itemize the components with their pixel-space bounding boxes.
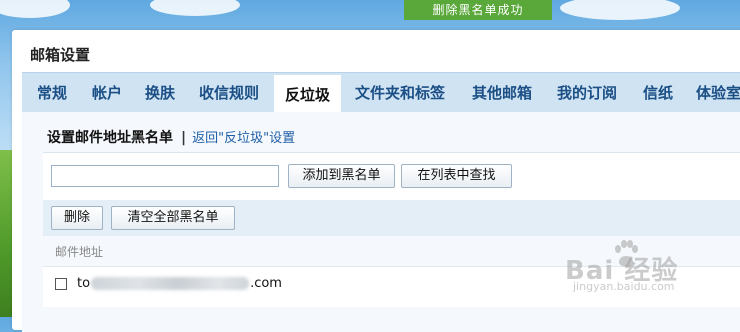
- redacted-region: [91, 277, 250, 290]
- table-row: to .com: [43, 267, 740, 307]
- section-heading: 设置邮件地址黑名单 | 返回"反垃圾"设置: [47, 127, 295, 147]
- tab-my-subscriptions[interactable]: 我的订阅: [557, 73, 617, 113]
- clear-all-blacklist-button[interactable]: 清空全部黑名单: [111, 206, 235, 230]
- list-column-header: 邮件地址: [43, 236, 740, 267]
- tab-general[interactable]: 常规: [37, 73, 67, 113]
- list-action-bar: 删除 清空全部黑名单: [43, 200, 740, 237]
- tab-other-mailboxes[interactable]: 其他邮箱: [472, 73, 532, 113]
- add-address-row: 添加到黑名单 在列表中查找: [43, 152, 740, 202]
- blacklist-content: 设置邮件地址黑名单 | 返回"反垃圾"设置 添加到黑名单 在列表中查找 删除 清空全…: [22, 112, 740, 332]
- panel-title: 邮箱设置: [30, 46, 91, 64]
- success-toast: 删除黑名单成功: [404, 0, 552, 20]
- cloud-decoration: [560, 0, 680, 20]
- email-address-input[interactable]: [51, 165, 279, 187]
- blacklisted-email: to .com: [77, 276, 282, 291]
- find-in-list-button[interactable]: 在列表中查找: [401, 164, 512, 188]
- email-suffix: .com: [250, 276, 282, 291]
- tab-stationery[interactable]: 信纸: [643, 73, 673, 113]
- email-prefix: to: [77, 276, 91, 291]
- back-to-antispam-link[interactable]: 返回"反垃圾"设置: [192, 131, 295, 146]
- row-checkbox[interactable]: [55, 278, 67, 290]
- tab-account[interactable]: 帐户: [92, 73, 122, 113]
- cloud-decoration: [150, 0, 240, 16]
- heading-separator: |: [181, 130, 187, 146]
- tab-anti-spam[interactable]: 反垃圾: [274, 73, 342, 115]
- settings-panel: 邮箱设置 常规 帐户 换肤 收信规则 反垃圾 文件夹和标签 其他邮箱 我的订阅 …: [12, 30, 740, 332]
- tab-folders-labels[interactable]: 文件夹和标签: [355, 73, 445, 113]
- tab-mail-rules[interactable]: 收信规则: [199, 73, 259, 113]
- settings-tabbar: 常规 帐户 换肤 收信规则 反垃圾 文件夹和标签 其他邮箱 我的订阅 信纸 体验…: [22, 72, 740, 115]
- add-to-blacklist-button[interactable]: 添加到黑名单: [288, 164, 395, 188]
- cloud-decoration: [0, 0, 70, 18]
- column-header-email: 邮件地址: [55, 245, 104, 259]
- delete-button[interactable]: 删除: [51, 206, 103, 230]
- tab-lab[interactable]: 体验室: [696, 73, 740, 113]
- tab-skin[interactable]: 换肤: [145, 73, 175, 113]
- section-title: 设置邮件地址黑名单: [47, 130, 173, 146]
